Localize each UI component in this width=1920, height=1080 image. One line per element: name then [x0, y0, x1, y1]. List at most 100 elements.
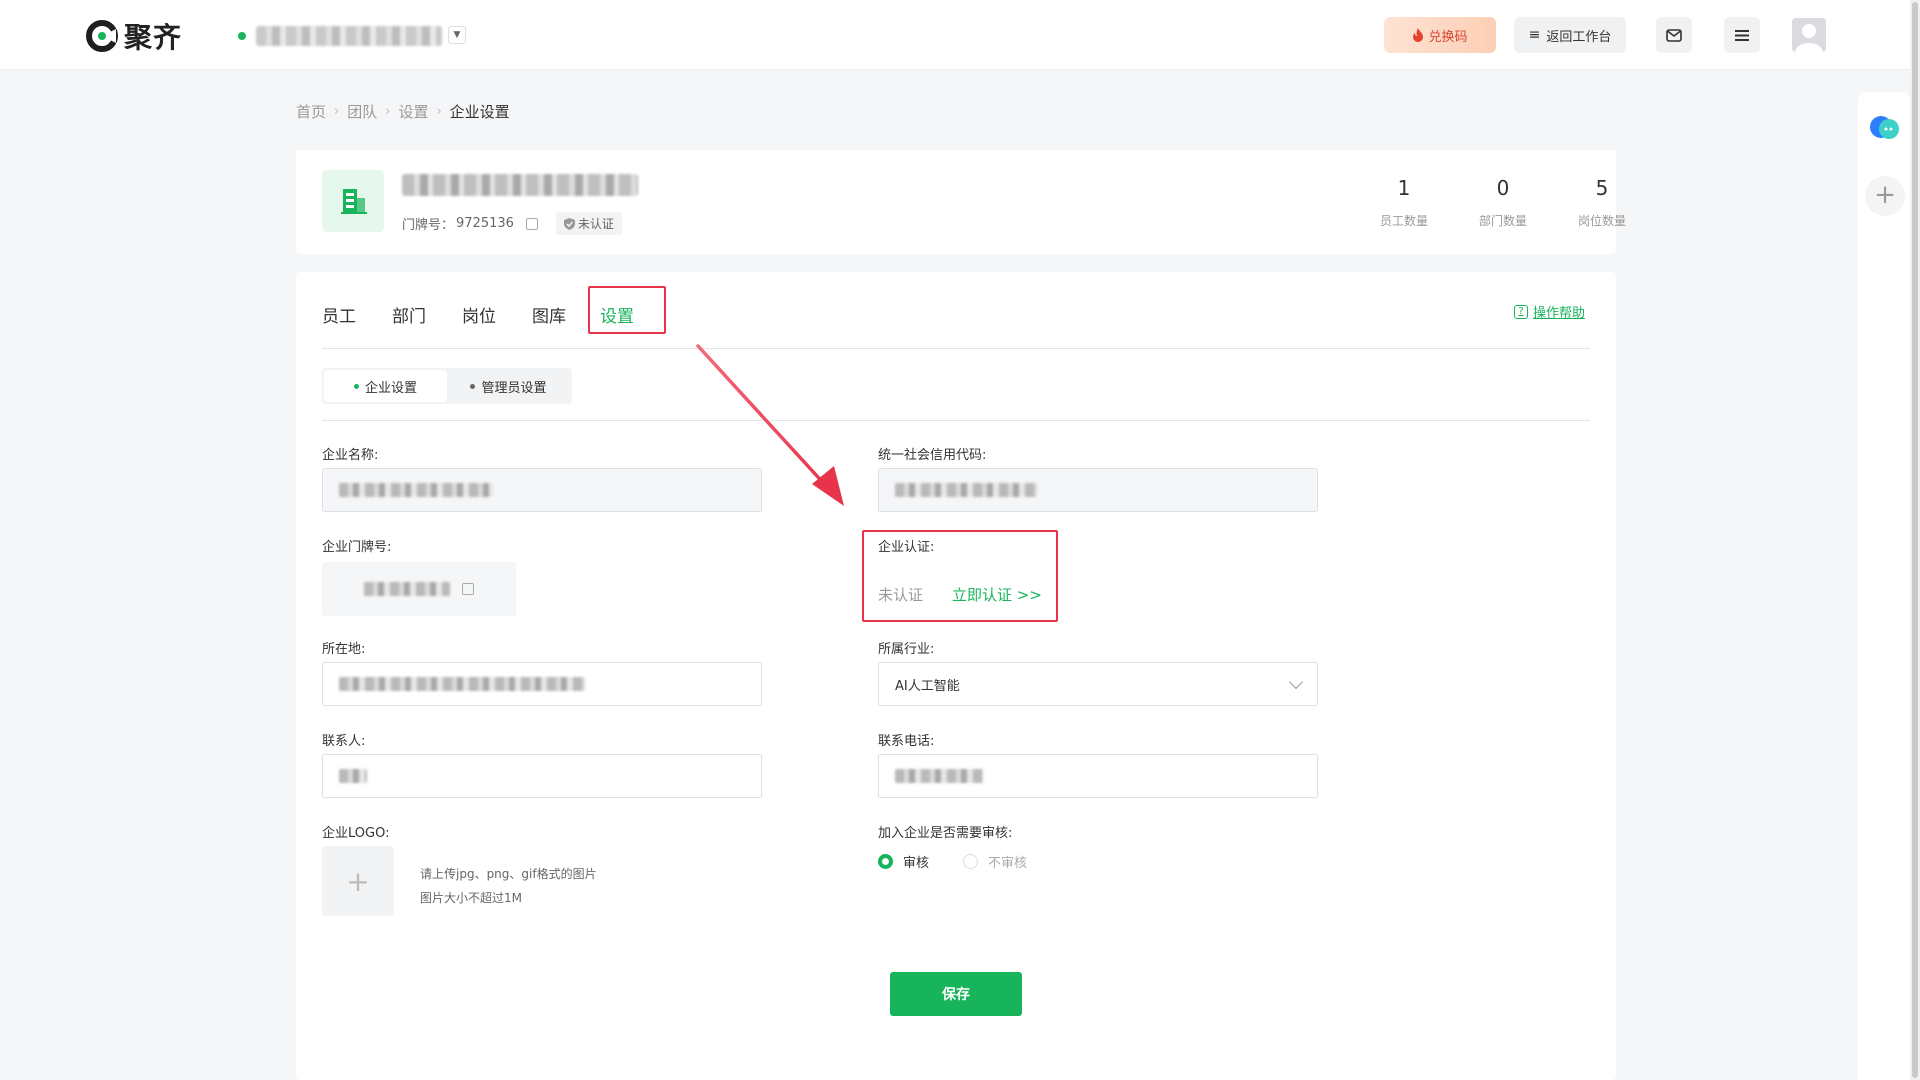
credit-code-field[interactable]	[878, 468, 1318, 512]
tab-positions[interactable]: 岗位	[462, 302, 496, 327]
subtab-company-settings[interactable]: 企业设置	[324, 370, 447, 402]
radio-checked-icon	[878, 854, 893, 869]
chevron-down-icon	[1288, 674, 1304, 690]
verify-now-link[interactable]: 立即认证 >>	[952, 584, 1042, 605]
stat-value: 5	[1595, 176, 1609, 200]
company-name-field[interactable]	[322, 468, 762, 512]
breadcrumb-home[interactable]: 首页	[296, 101, 326, 122]
help-icon: ?	[1514, 304, 1528, 319]
chevron-right-icon: ›	[436, 104, 442, 119]
subtabs-divider	[322, 420, 1590, 421]
review-label: 加入企业是否需要审核:	[878, 826, 1013, 841]
logo-label: 企业LOGO:	[322, 826, 390, 841]
radio-label: 不审核	[988, 856, 1028, 871]
stat-value: 1	[1397, 176, 1411, 200]
redacted-value	[339, 483, 493, 497]
radio-label: 审核	[903, 856, 930, 871]
redacted-value	[339, 769, 367, 783]
help-label: 操作帮助	[1533, 306, 1586, 321]
radio-no-review[interactable]: 不审核	[963, 852, 1027, 871]
stat-positions: 5 岗位数量	[1562, 176, 1642, 229]
tab-employees[interactable]: 员工	[322, 302, 356, 327]
company-name-label: 企业名称:	[322, 448, 379, 463]
redacted-value	[339, 677, 585, 691]
mail-button[interactable]	[1656, 17, 1692, 53]
tab-departments[interactable]: 部门	[392, 302, 426, 327]
tab-highlight-box	[588, 286, 666, 334]
fire-icon	[1413, 28, 1424, 42]
stat-label: 员工数量	[1379, 214, 1428, 228]
back-to-workbench-button[interactable]: ≡ 返回工作台	[1514, 17, 1626, 53]
save-button[interactable]: 保存	[890, 972, 1022, 1016]
upload-hint-size: 图片大小不超过1M	[420, 891, 522, 905]
company-summary-card: 门牌号： 9725136 未认证 1 员工数量 0 部门数量 5 岗位数量	[296, 150, 1626, 254]
org-name-redacted[interactable]	[256, 26, 442, 46]
tabs-divider	[322, 348, 1590, 349]
top-bar: 聚齐 ▼ 兑换码 ≡ 返回工作台	[0, 0, 1920, 70]
add-floating-button[interactable]: +	[1865, 176, 1905, 216]
industry-value: AI人工智能	[895, 678, 960, 694]
redacted-value	[895, 483, 1037, 497]
menu-button[interactable]	[1724, 17, 1760, 53]
breadcrumb-current: 企业设置	[449, 103, 510, 121]
org-switch-dropdown-icon[interactable]: ▼	[448, 26, 466, 44]
list-icon: ≡	[1528, 27, 1541, 43]
settings-subtabs: 企业设置 管理员设置	[322, 368, 572, 404]
breadcrumb: 首页 › 团队 › 设置 › 企业设置	[296, 101, 510, 122]
verification-badge: 未认证	[555, 212, 622, 235]
subtab-label: 企业设置	[364, 380, 417, 396]
brand-name: 聚齐	[124, 21, 183, 54]
chat-icon[interactable]	[1869, 114, 1901, 142]
redeem-code-button[interactable]: 兑换码	[1384, 17, 1496, 53]
contact-field[interactable]	[322, 754, 762, 798]
brand-logo[interactable]: 聚齐	[86, 16, 182, 56]
location-field[interactable]	[322, 662, 762, 706]
stat-value: 0	[1496, 176, 1510, 200]
verification-status: 未认证	[878, 586, 924, 604]
credit-code-label: 统一社会信用代码:	[878, 448, 987, 463]
industry-label: 所属行业:	[878, 642, 935, 657]
radio-review[interactable]: 审核	[878, 852, 929, 871]
breadcrumb-team[interactable]: 团队	[347, 101, 377, 122]
workbench-label: 返回工作台	[1546, 29, 1612, 45]
badge-label: 未认证	[577, 217, 614, 231]
review-radio-group: 审核 不审核	[878, 852, 1027, 871]
plus-icon: +	[346, 864, 370, 898]
upload-hint-format: 请上传jpg、png、gif格式的图片	[420, 867, 597, 881]
hamburger-icon	[1735, 29, 1749, 41]
subtab-admin-settings[interactable]: 管理员设置	[447, 370, 570, 402]
scrollbar-thumb[interactable]	[1912, 2, 1918, 1078]
help-link[interactable]: ? 操作帮助	[1514, 302, 1585, 321]
radio-unchecked-icon	[963, 854, 979, 869]
stat-label: 岗位数量	[1577, 214, 1626, 228]
doorplate-field	[322, 562, 516, 616]
industry-select[interactable]: AI人工智能	[878, 662, 1318, 706]
redeem-label: 兑换码	[1428, 29, 1468, 45]
company-name-redacted	[402, 174, 638, 196]
upload-hint: 请上传jpg、png、gif格式的图片 图片大小不超过1M	[420, 862, 597, 910]
stat-label: 部门数量	[1478, 214, 1527, 228]
redacted-value	[364, 582, 450, 596]
user-icon	[1792, 18, 1826, 52]
shield-icon	[563, 217, 575, 230]
redacted-value	[895, 769, 983, 783]
copy-icon[interactable]	[462, 583, 474, 595]
dot-icon	[470, 383, 476, 389]
subtab-label: 管理员设置	[481, 380, 547, 396]
floating-side-panel	[1858, 92, 1910, 1080]
verification-highlight-box	[862, 530, 1058, 622]
mail-icon	[1666, 28, 1682, 42]
user-avatar[interactable]	[1792, 18, 1826, 52]
phone-field[interactable]	[878, 754, 1318, 798]
stat-employees: 1 员工数量	[1364, 176, 1444, 229]
logo-upload-button[interactable]: +	[322, 846, 394, 916]
stat-departments: 0 部门数量	[1463, 176, 1543, 229]
tab-gallery[interactable]: 图库	[532, 302, 566, 327]
building-icon	[341, 189, 367, 214]
breadcrumb-settings[interactable]: 设置	[398, 101, 428, 122]
company-avatar	[322, 170, 384, 232]
doorplate-field-label: 企业门牌号:	[322, 540, 392, 555]
company-doorplate: 门牌号： 9725136 未认证	[402, 212, 622, 235]
copy-icon[interactable]	[525, 217, 538, 230]
phone-label: 联系电话:	[878, 734, 935, 749]
